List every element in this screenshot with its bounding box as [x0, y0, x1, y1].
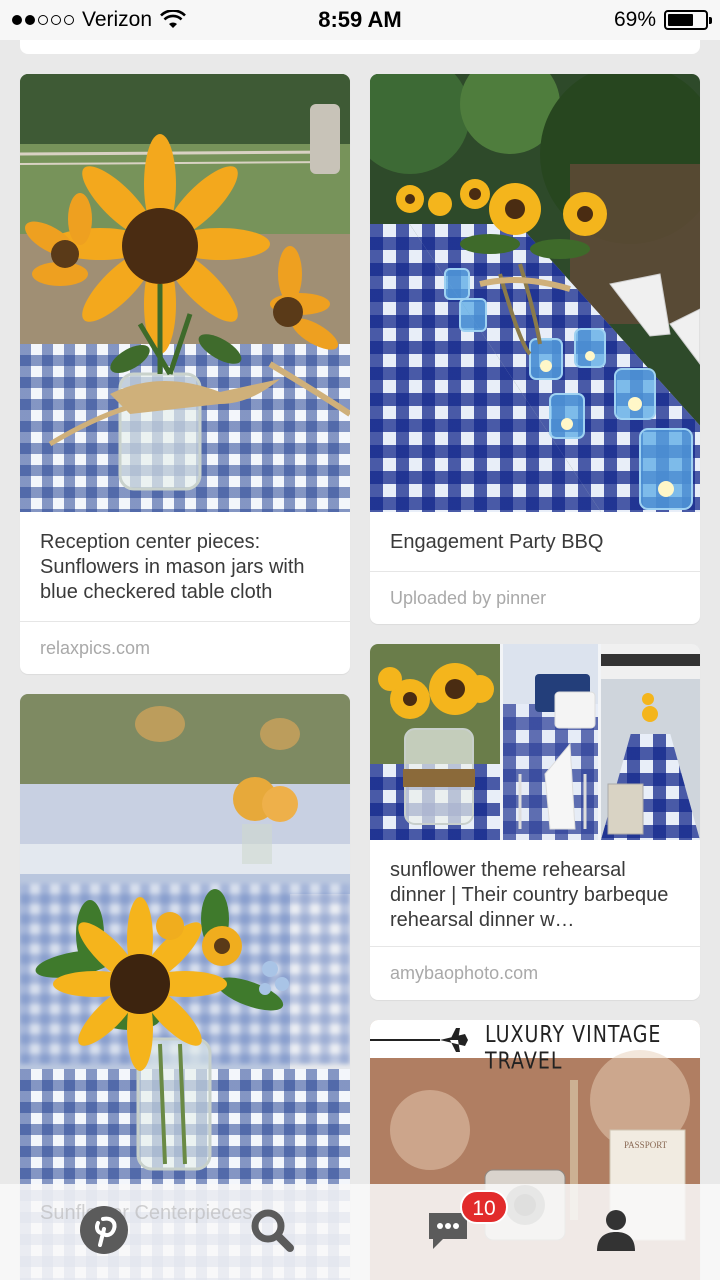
collage-details	[378, 663, 658, 835]
pinterest-feed-screen: Verizon 8:59 AM 69% Reception center pie…	[0, 0, 720, 1280]
person-icon	[597, 1210, 635, 1251]
nav-profile-button[interactable]	[588, 1202, 644, 1258]
pinterest-logo-icon	[80, 1206, 128, 1254]
pin-image-bbq-table[interactable]	[370, 74, 700, 512]
pin-card[interactable]: sunflower theme rehearsal dinner | Their…	[370, 644, 700, 1000]
clock: 8:59 AM	[318, 7, 402, 32]
underlying-pin-title: Sunflower Centerpieces	[40, 1202, 253, 1224]
bottom-navigation-bar: Sunflower Centerpieces 10	[0, 1184, 720, 1280]
pin-card[interactable]: Engagement Party BBQ Uploaded by pinner	[370, 74, 700, 624]
battery-fill	[668, 14, 693, 26]
battery-percent: 69%	[613, 8, 656, 31]
jar-candles-and-flowers	[396, 179, 700, 510]
pin-source[interactable]: Uploaded by pinner	[370, 571, 700, 624]
nav-search-button[interactable]	[244, 1202, 300, 1258]
nav-home-button[interactable]	[76, 1202, 132, 1258]
pin-image-sunflower-jar[interactable]	[20, 74, 350, 512]
pin-image-rehearsal-collage[interactable]	[370, 644, 700, 840]
pin-source[interactable]: amybaophoto.com	[370, 946, 700, 1000]
search-icon	[251, 1209, 294, 1252]
pin-description[interactable]: sunflower theme rehearsal dinner | Their…	[370, 840, 700, 946]
passport-label: PASSPORT	[624, 1140, 668, 1150]
sunflower-bouquet	[25, 134, 350, 491]
status-bar: Verizon 8:59 AM 69%	[0, 0, 720, 40]
previous-pin-edge[interactable]	[20, 40, 700, 54]
battery-icon	[664, 10, 712, 30]
banner-text: LUXURY VINTAGE TRAVEL	[485, 1021, 662, 1075]
pin-source[interactable]: relaxpics.com	[20, 621, 350, 674]
pin-card[interactable]: Reception center pieces: Sunflowers in m…	[20, 74, 350, 674]
pin-description[interactable]: Reception center pieces: Sunflowers in m…	[20, 512, 350, 621]
pin-description[interactable]: Engagement Party BBQ	[370, 512, 700, 571]
notification-badge[interactable]: 10	[460, 1190, 508, 1224]
status-right: 69%	[613, 8, 712, 32]
